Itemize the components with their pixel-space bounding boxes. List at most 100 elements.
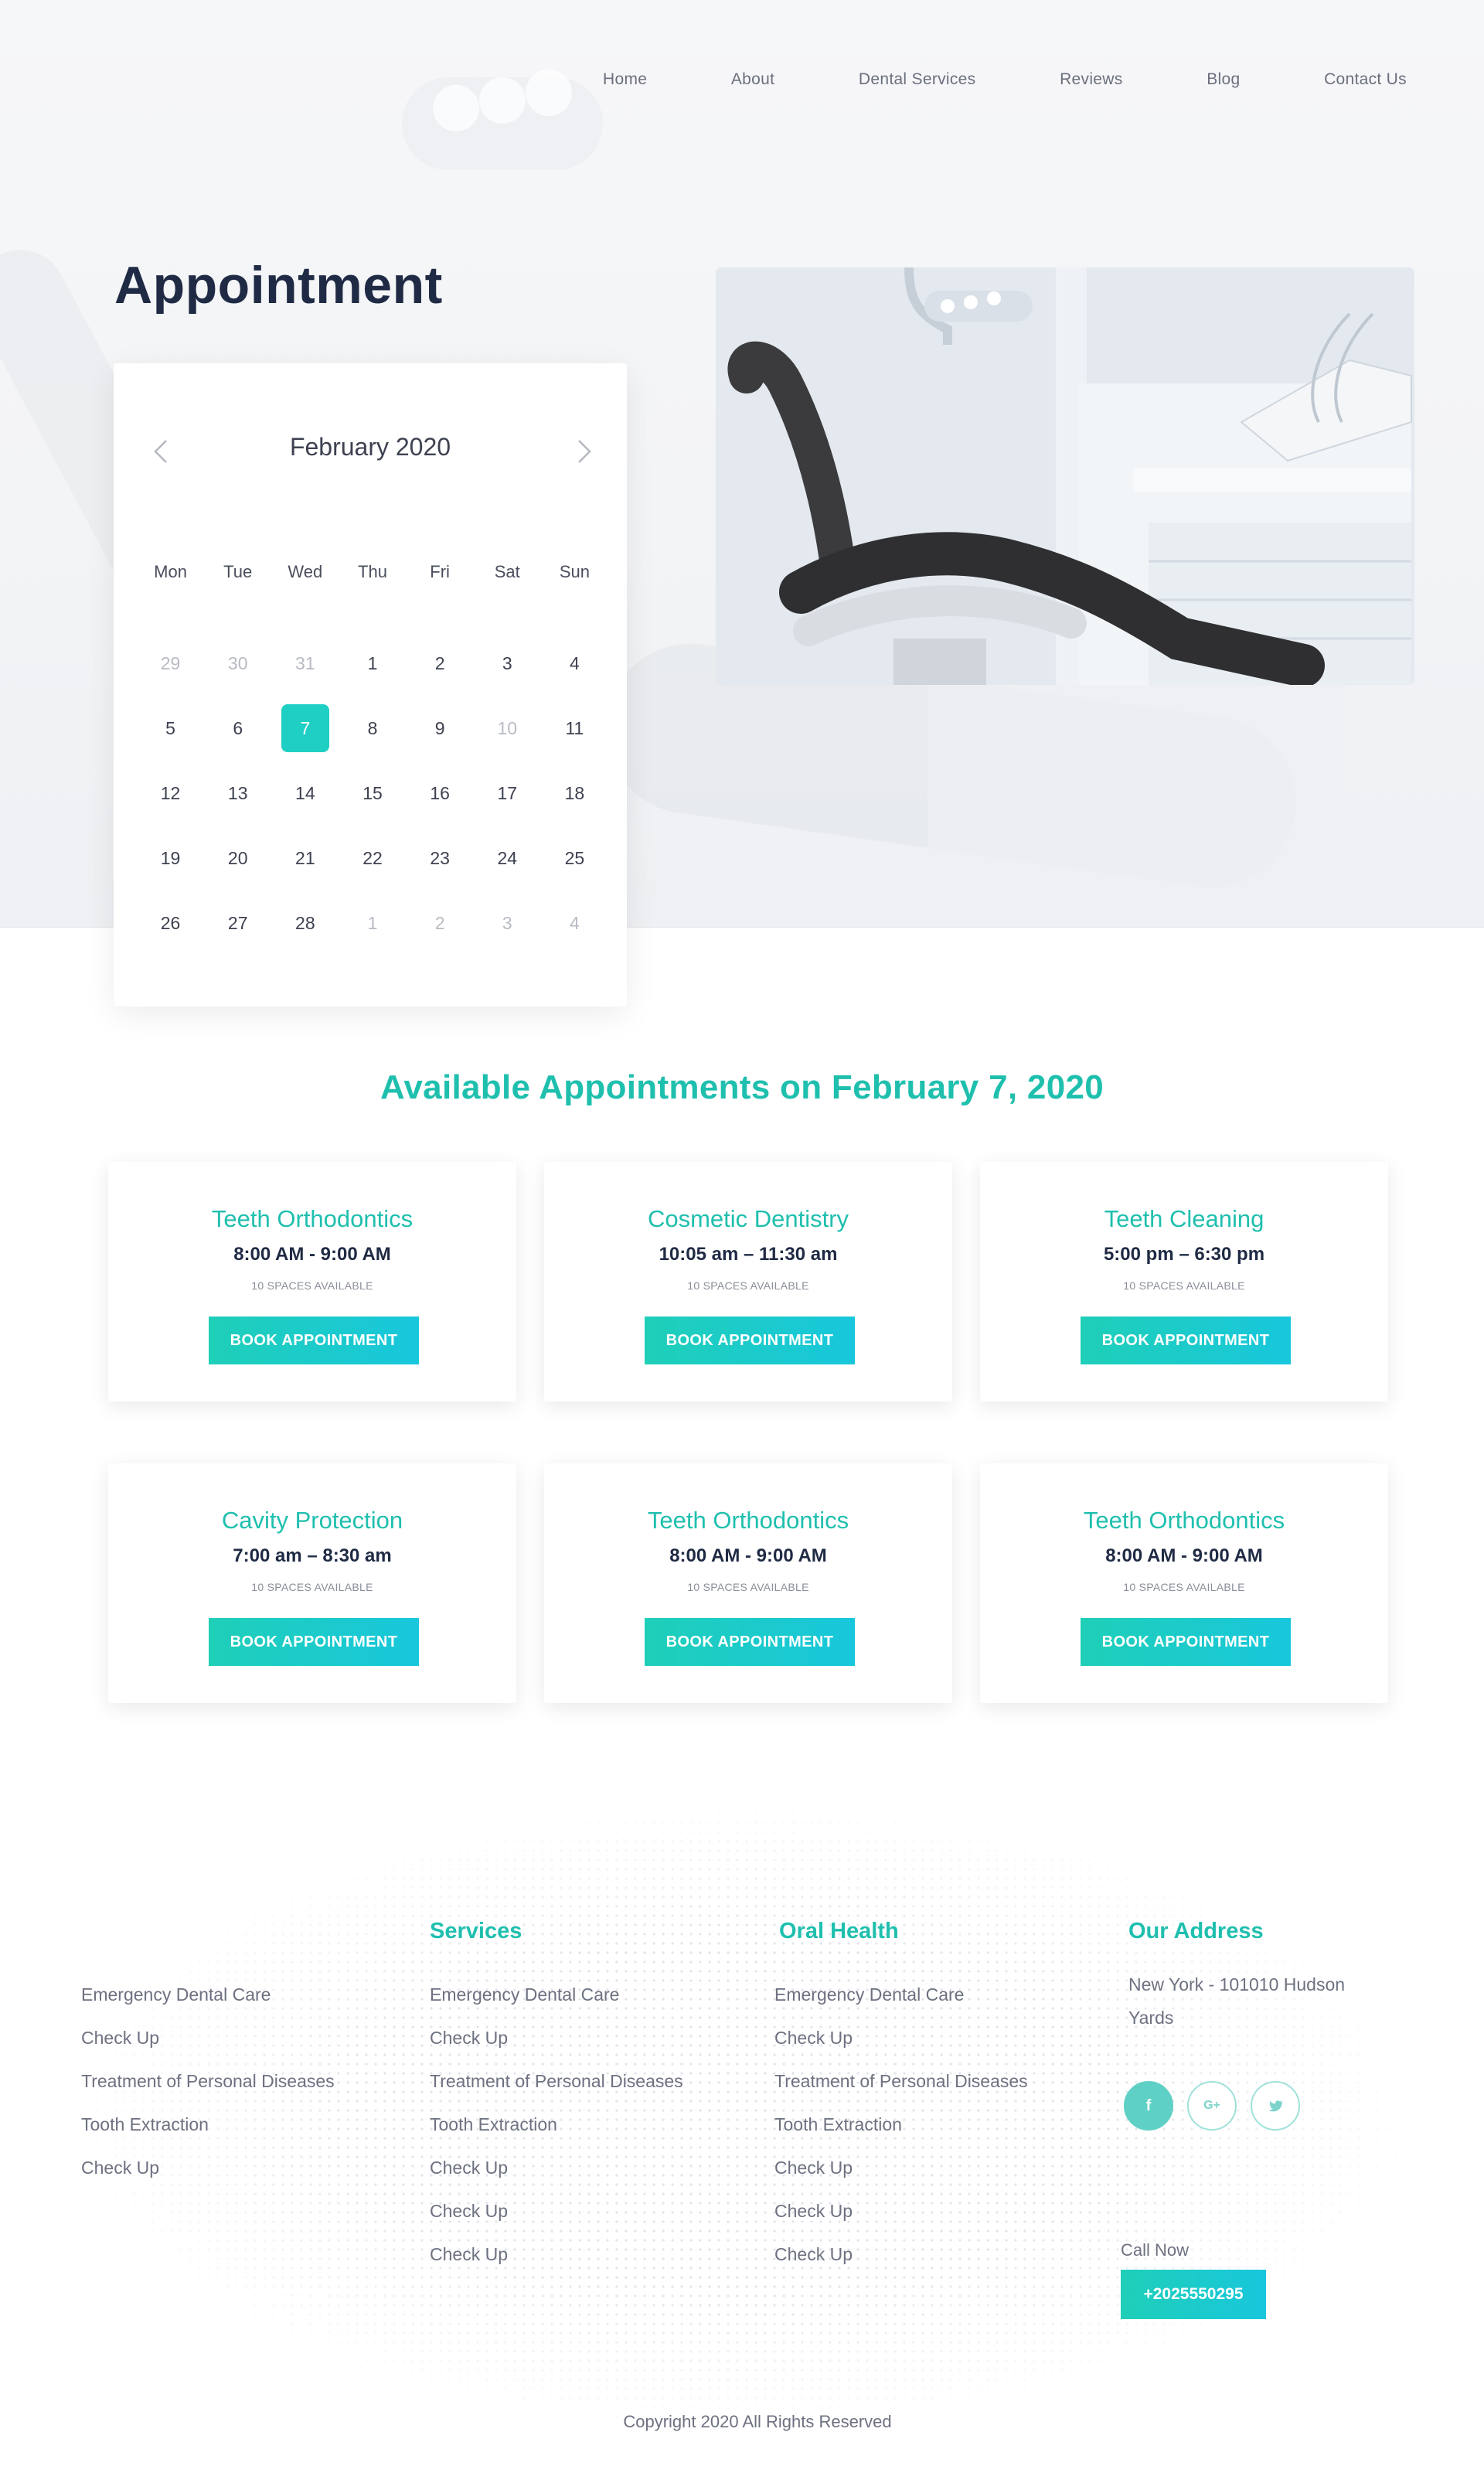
calendar-day[interactable]: 20 xyxy=(204,826,271,891)
calendar-day[interactable]: 29 xyxy=(137,631,204,696)
footer-link[interactable]: Check Up xyxy=(430,2154,683,2197)
phone-number-button[interactable]: +2025550295 xyxy=(1121,2270,1266,2319)
appointment-card: Cavity Protection 7:00 am – 8:30 am 10 S… xyxy=(108,1463,516,1703)
calendar-day-number: 15 xyxy=(362,782,383,803)
calendar-day[interactable]: 3 xyxy=(474,631,541,696)
nav-dental-services[interactable]: Dental Services xyxy=(859,70,976,89)
calendar-next-button[interactable] xyxy=(573,438,594,465)
footer-link[interactable]: Tooth Extraction xyxy=(430,2110,683,2154)
footer-link[interactable]: Check Up xyxy=(430,2024,683,2067)
calendar-day-number: 14 xyxy=(295,782,315,803)
card-time: 8:00 AM - 9:00 AM xyxy=(1105,1545,1263,1566)
footer-link[interactable]: Check Up xyxy=(430,2197,683,2240)
twitter-icon[interactable] xyxy=(1251,2081,1300,2131)
calendar-day-number: 3 xyxy=(502,912,512,933)
calendar-day[interactable]: 28 xyxy=(271,891,339,955)
calendar-day[interactable]: 17 xyxy=(474,761,541,826)
nav-reviews[interactable]: Reviews xyxy=(1060,70,1122,89)
calendar-day[interactable]: 13 xyxy=(204,761,271,826)
calendar-day-number: 27 xyxy=(227,912,248,933)
calendar-day[interactable]: 12 xyxy=(137,761,204,826)
background-lamp-light xyxy=(526,70,572,116)
card-time: 7:00 am – 8:30 am xyxy=(233,1545,392,1566)
footer-link[interactable]: Treatment of Personal Diseases xyxy=(81,2067,335,2110)
nav-blog[interactable]: Blog xyxy=(1207,70,1240,89)
calendar-day[interactable]: 16 xyxy=(407,761,474,826)
nav-about[interactable]: About xyxy=(731,70,774,89)
appointment-card: Teeth Orthodontics 8:00 AM - 9:00 AM 10 … xyxy=(980,1463,1388,1703)
book-appointment-button[interactable]: BOOK APPOINTMENT xyxy=(645,1618,855,1666)
calendar-day[interactable]: 26 xyxy=(137,891,204,955)
calendar-day[interactable]: 24 xyxy=(474,826,541,891)
calendar-day[interactable]: 19 xyxy=(137,826,204,891)
footer-link[interactable]: Treatment of Personal Diseases xyxy=(430,2067,683,2110)
calendar-day[interactable]: 23 xyxy=(407,826,474,891)
card-time: 10:05 am – 11:30 am xyxy=(659,1244,838,1265)
calendar-day[interactable]: 27 xyxy=(204,891,271,955)
footer-link[interactable]: Tooth Extraction xyxy=(81,2110,335,2154)
book-appointment-button[interactable]: BOOK APPOINTMENT xyxy=(1081,1618,1291,1666)
book-appointment-button[interactable]: BOOK APPOINTMENT xyxy=(645,1317,855,1364)
card-service-title: Cosmetic Dentistry xyxy=(647,1205,849,1232)
calendar-grid: Mon Tue Wed Thu Fri Sat Sun 29 30 31 1 2 3 4 5 6… xyxy=(137,549,608,955)
calendar-day[interactable]: 4 xyxy=(541,891,608,955)
dental-chair-photo xyxy=(716,267,1414,685)
calendar-day[interactable]: 21 xyxy=(271,826,339,891)
calendar-day-number: 6 xyxy=(233,717,243,738)
footer-link[interactable]: Check Up xyxy=(774,2240,1028,2284)
calendar-day[interactable]: 2 xyxy=(407,631,474,696)
site-footer: Emergency Dental Care Check Up Treatment… xyxy=(0,1809,1484,2490)
calendar-day[interactable]: 2 xyxy=(407,891,474,955)
calendar-day-selected[interactable]: 7 xyxy=(271,696,339,761)
calendar-day[interactable]: 25 xyxy=(541,826,608,891)
page-title: Appointment xyxy=(114,256,443,315)
calendar-day[interactable]: 1 xyxy=(339,631,406,696)
calendar-day-number: 3 xyxy=(502,652,512,673)
calendar-day[interactable]: 18 xyxy=(541,761,608,826)
footer-link[interactable]: Emergency Dental Care xyxy=(430,1981,683,2024)
footer-column-address: Our Address New York - 101010 Hudson Yar… xyxy=(1121,1919,1391,2319)
calendar-day-number: 7 xyxy=(281,704,329,752)
calendar-day-number: 1 xyxy=(367,912,378,933)
calendar-day[interactable]: 10 xyxy=(474,696,541,761)
calendar-day[interactable]: 22 xyxy=(339,826,406,891)
calendar-day[interactable]: 8 xyxy=(339,696,406,761)
calendar-day[interactable]: 15 xyxy=(339,761,406,826)
card-spaces: 10 SPACES AVAILABLE xyxy=(251,1279,373,1292)
nav-home[interactable]: Home xyxy=(603,70,647,89)
calendar-day[interactable]: 1 xyxy=(339,891,406,955)
calendar-day[interactable]: 11 xyxy=(541,696,608,761)
calendar-day[interactable]: 3 xyxy=(474,891,541,955)
calendar-day[interactable]: 5 xyxy=(137,696,204,761)
background-cabinet-shape xyxy=(928,680,1345,912)
footer-link[interactable]: Check Up xyxy=(81,2154,335,2197)
calendar-day[interactable]: 14 xyxy=(271,761,339,826)
footer-link[interactable]: Emergency Dental Care xyxy=(774,1981,1028,2024)
footer-link[interactable]: Tooth Extraction xyxy=(774,2110,1028,2154)
footer-link[interactable]: Check Up xyxy=(774,2024,1028,2067)
book-appointment-button[interactable]: BOOK APPOINTMENT xyxy=(1081,1317,1291,1364)
social-links: f G+ xyxy=(1124,2081,1391,2131)
footer-link[interactable]: Treatment of Personal Diseases xyxy=(774,2067,1028,2110)
calendar-day[interactable]: 9 xyxy=(407,696,474,761)
footer-link[interactable]: Check Up xyxy=(774,2197,1028,2240)
calendar-day[interactable]: 6 xyxy=(204,696,271,761)
calendar-day-number: 28 xyxy=(295,912,315,933)
footer-link[interactable]: Emergency Dental Care xyxy=(81,1981,335,2024)
book-appointment-button[interactable]: BOOK APPOINTMENT xyxy=(209,1618,419,1666)
google-plus-icon[interactable]: G+ xyxy=(1187,2081,1237,2131)
facebook-icon[interactable]: f xyxy=(1124,2081,1173,2131)
calendar-day[interactable]: 31 xyxy=(271,631,339,696)
book-appointment-button[interactable]: BOOK APPOINTMENT xyxy=(209,1317,419,1364)
footer-link[interactable]: Check Up xyxy=(774,2154,1028,2197)
calendar-day[interactable]: 30 xyxy=(204,631,271,696)
dental-chair-illustration xyxy=(716,267,1414,685)
card-spaces: 10 SPACES AVAILABLE xyxy=(687,1279,809,1292)
copyright-text: Copyright 2020 All Rights Reserved xyxy=(623,2412,892,2431)
footer-link[interactable]: Check Up xyxy=(81,2024,335,2067)
nav-contact-us[interactable]: Contact Us xyxy=(1324,70,1407,89)
calendar-day[interactable]: 4 xyxy=(541,631,608,696)
footer-link[interactable]: Check Up xyxy=(430,2240,683,2284)
calendar-day-number: 4 xyxy=(570,652,580,673)
calendar-day-number: 13 xyxy=(227,782,248,803)
